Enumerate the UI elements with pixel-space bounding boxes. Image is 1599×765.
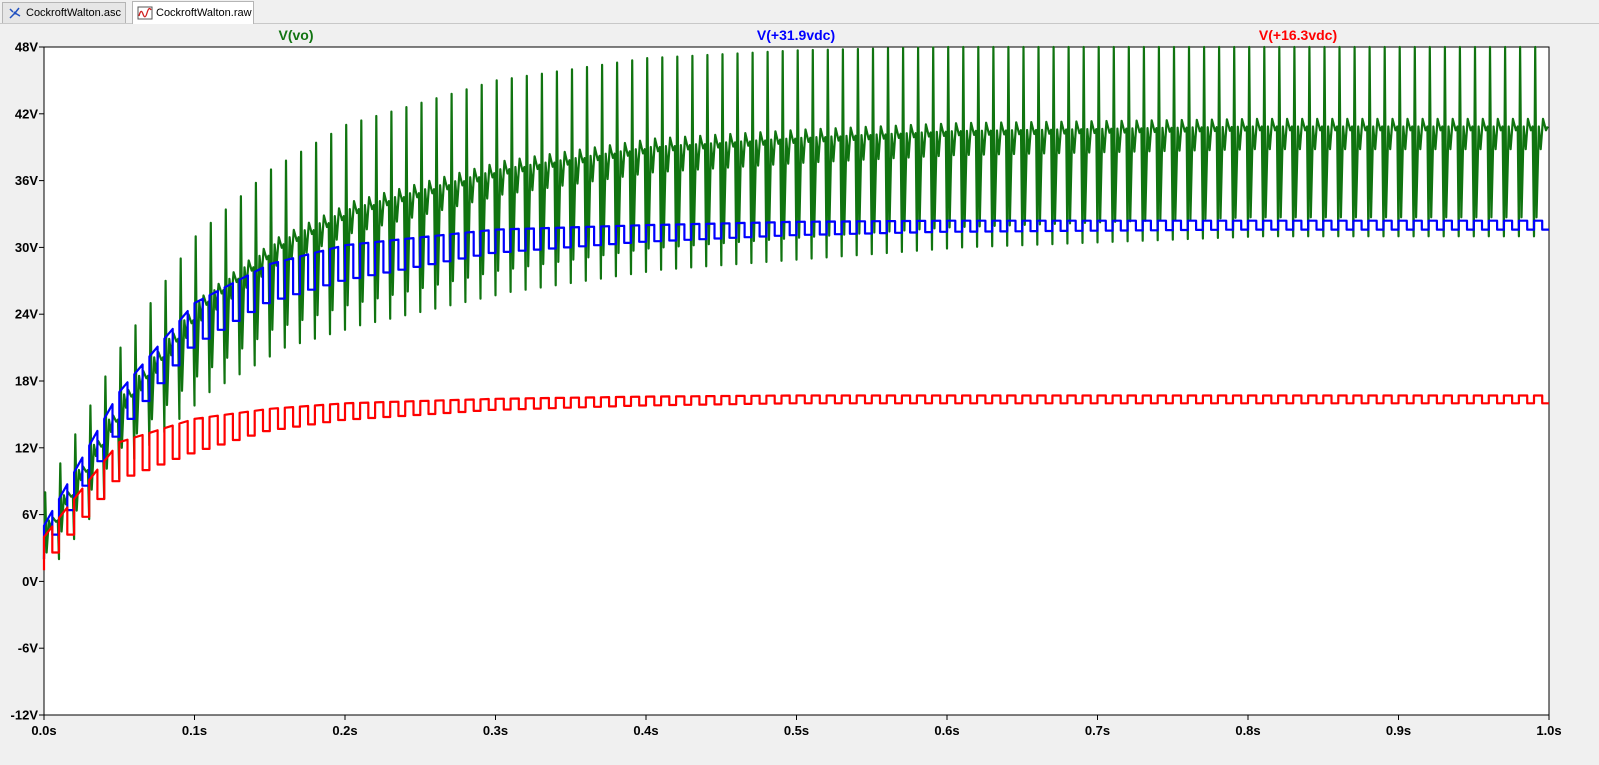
y-tick-label: 0V: [22, 574, 38, 589]
y-tick-label: 6V: [22, 507, 38, 522]
x-tick-label: 0.2s: [332, 723, 357, 738]
tab-label: CockroftWalton.raw: [156, 7, 252, 19]
x-tick-label: 0.6s: [934, 723, 959, 738]
x-tick-label: 0.8s: [1235, 723, 1260, 738]
trace-label-v16[interactable]: V(+16.3vdc): [1259, 27, 1337, 43]
y-tick-label: 12V: [15, 440, 38, 455]
y-tick-label: 42V: [15, 106, 38, 121]
x-tick-label: 0.5s: [784, 723, 809, 738]
trace-label-vo[interactable]: V(vo): [279, 27, 314, 43]
waveform-plot[interactable]: 48V 42V 36V 30V 24V 18V 12V 6V 0V -6V -12V0.0s 0.1s…: [0, 24, 1599, 765]
x-tick-label: 0.4s: [633, 723, 658, 738]
trace-label-v31[interactable]: V(+31.9vdc): [757, 27, 835, 43]
x-tick-label: 0.1s: [182, 723, 207, 738]
waveform-icon: [137, 5, 153, 21]
tab-label: CockroftWalton.asc: [26, 7, 121, 19]
y-tick-label: 36V: [15, 173, 38, 188]
y-tick-label: 30V: [15, 240, 38, 255]
document-tab-bar: CockroftWalton.asc CockroftWalton.raw: [0, 0, 1599, 24]
y-tick-label: 24V: [15, 307, 38, 322]
y-tick-label: -6V: [18, 641, 39, 656]
ltspice-waveform-window: CockroftWalton.asc CockroftWalton.raw 48…: [0, 0, 1599, 765]
x-tick-label: 0.0s: [31, 723, 56, 738]
tab-schematic[interactable]: CockroftWalton.asc: [2, 2, 126, 23]
y-tick-label: 18V: [15, 374, 38, 389]
schematic-icon: [7, 5, 23, 21]
x-tick-label: 0.7s: [1085, 723, 1110, 738]
y-tick-label: 48V: [15, 40, 38, 55]
y-tick-label: -12V: [11, 708, 39, 723]
x-tick-label: 1.0s: [1536, 723, 1561, 738]
tab-waveform[interactable]: CockroftWalton.raw: [132, 1, 254, 24]
x-tick-label: 0.9s: [1386, 723, 1411, 738]
x-tick-label: 0.3s: [483, 723, 508, 738]
